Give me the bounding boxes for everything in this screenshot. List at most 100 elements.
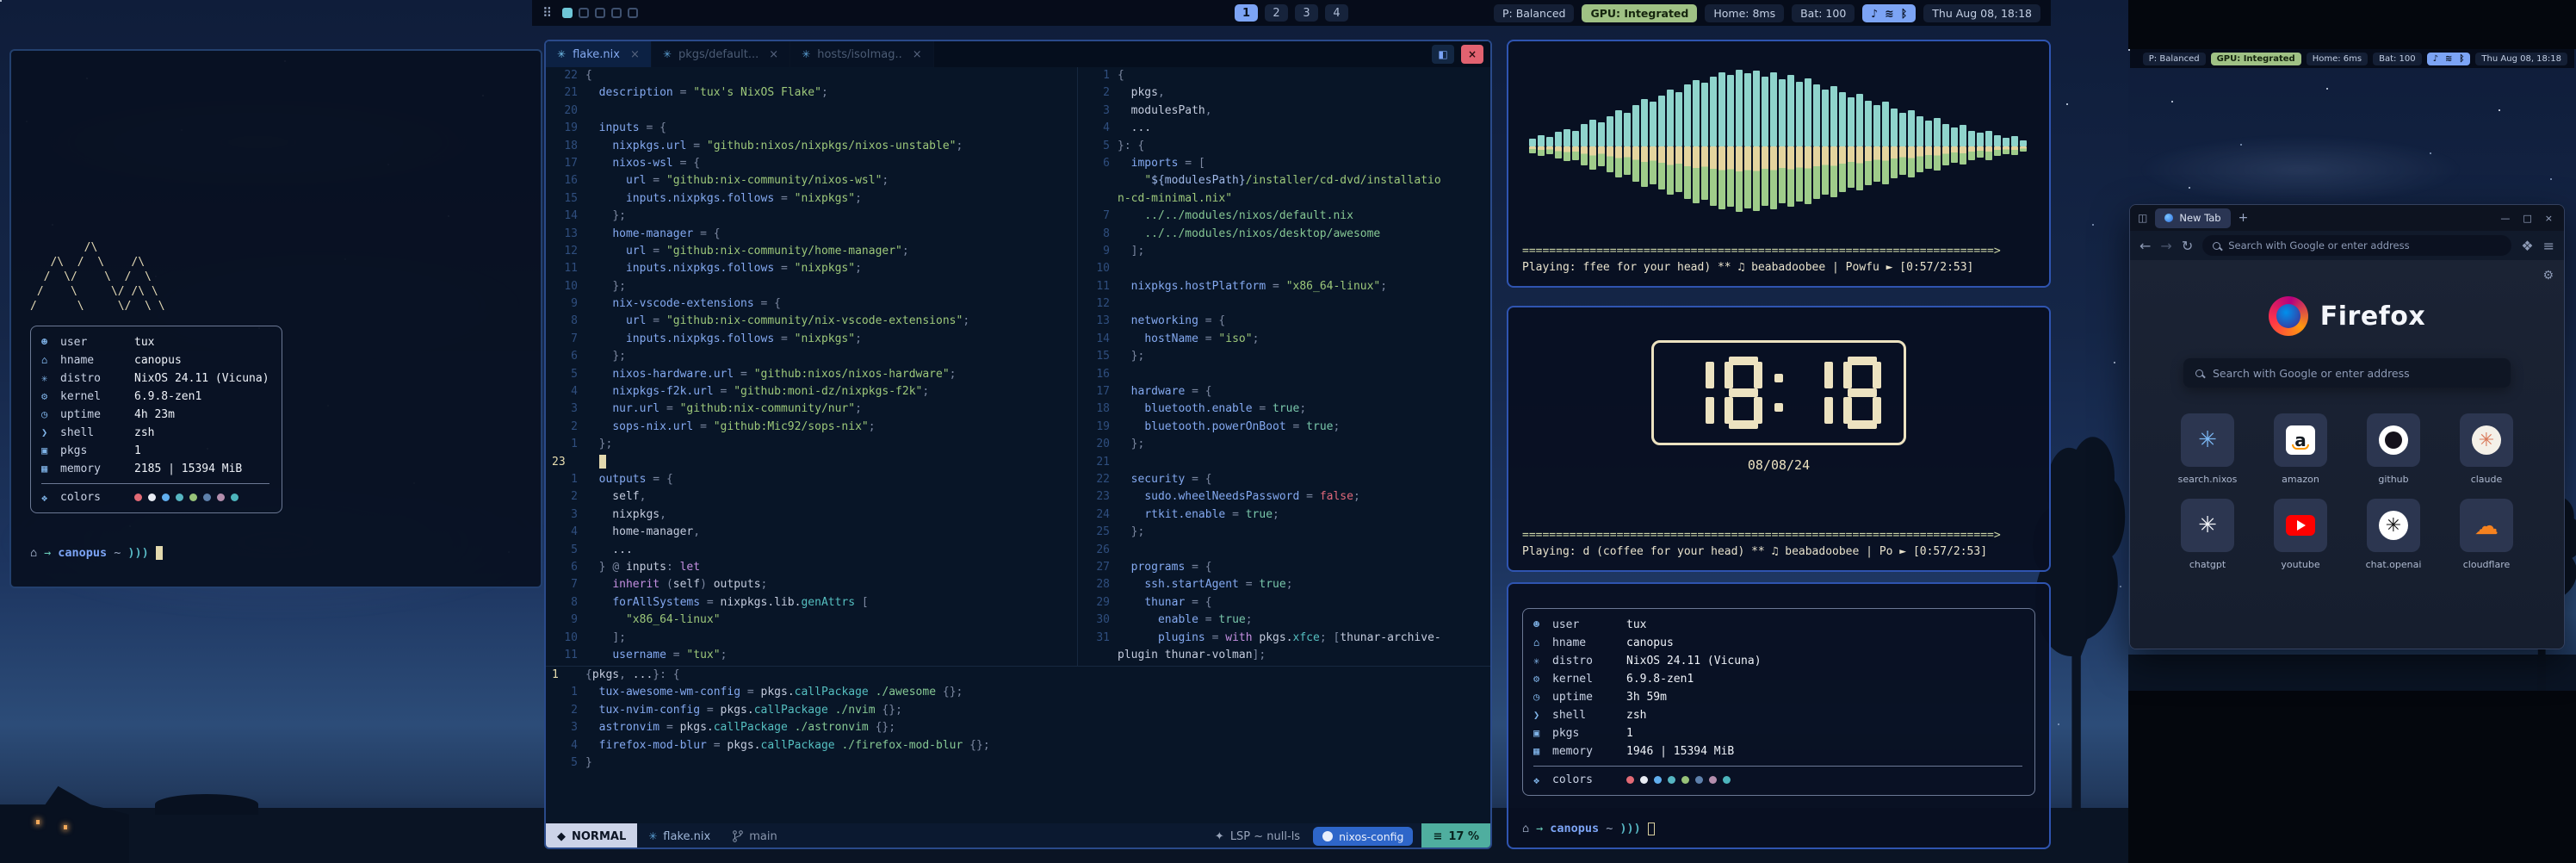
code-line[interactable]: 4 nixpkgs-f2k.url = "github:moni-dz/nixp…: [546, 383, 1077, 400]
clock-widget[interactable]: Thu Aug 08, 18:18: [2475, 53, 2567, 65]
code-line[interactable]: 30 enable = true;: [1078, 612, 1490, 629]
code-line[interactable]: 8 ../../modules/nixos/desktop/awesome: [1078, 226, 1490, 243]
code-line[interactable]: 20: [546, 102, 1077, 120]
personalize-gear-icon[interactable]: ⚙: [2542, 269, 2554, 282]
code-line[interactable]: 9 "x86_64-linux": [546, 612, 1077, 629]
code-line[interactable]: 10 };: [546, 278, 1077, 295]
reload-button[interactable]: ↻: [2182, 238, 2193, 254]
code-line[interactable]: 21: [1078, 454, 1490, 471]
code-line[interactable]: "${modulesPath}/installer/cd-dvd/install…: [1078, 172, 1490, 189]
code-line[interactable]: 2 self,: [546, 488, 1077, 506]
workspace-button-2[interactable]: 2: [1265, 4, 1288, 22]
code-line[interactable]: 22{: [546, 67, 1077, 84]
firefox-view-icon[interactable]: ◫: [2138, 212, 2147, 224]
code-line[interactable]: 2 sops-nix.url = "github:Mic92/sops-nix"…: [546, 419, 1077, 436]
status-pill-ping[interactable]: Home: 8ms: [1705, 4, 1784, 22]
shortcut-tile-cloudflare[interactable]: ☁cloudflare: [2449, 499, 2523, 570]
code-line[interactable]: 8 url = "github:nix-community/nix-vscode…: [546, 313, 1077, 330]
code-line[interactable]: 6 } @ inputs: let: [546, 559, 1077, 576]
shortcut-tile-chatgpt[interactable]: ✳chatgpt: [2170, 499, 2245, 570]
code-line[interactable]: 13 home-manager = {: [546, 226, 1077, 243]
tab-close-icon[interactable]: ×: [769, 48, 778, 61]
code-line[interactable]: 10 ];: [546, 630, 1077, 647]
status-pill-gpu-mode[interactable]: GPU: Integrated: [1582, 4, 1697, 22]
shortcut-tile-youtube[interactable]: youtube: [2263, 499, 2338, 570]
shell-prompt[interactable]: ⌂→canopus~))): [30, 546, 522, 560]
menu-button[interactable]: ≡: [2543, 238, 2554, 254]
code-line[interactable]: 4 home-manager,: [546, 524, 1077, 541]
code-line[interactable]: 9 ];: [1078, 243, 1490, 260]
code-line[interactable]: 16 url = "github:nix-community/nixos-wsl…: [546, 172, 1077, 189]
code-line[interactable]: 16: [1078, 366, 1490, 383]
status-pill-battery[interactable]: Bat: 100: [1792, 4, 1855, 22]
code-line[interactable]: 18 nixpkgs.url = "github:nixos/nixpkgs/n…: [546, 138, 1077, 155]
code-line[interactable]: 11 username = "tux";: [546, 647, 1077, 664]
code-line[interactable]: 22 security = {: [1078, 471, 1490, 488]
code-line[interactable]: 3 modulesPath,: [1078, 102, 1490, 120]
code-line[interactable]: plugin thunar-volman];: [1078, 647, 1490, 664]
new-tab-button[interactable]: +: [2239, 211, 2249, 225]
code-line[interactable]: 27 programs = {: [1078, 559, 1490, 576]
code-line[interactable]: 20 };: [1078, 436, 1490, 453]
code-line[interactable]: 6 imports = [: [1078, 155, 1490, 172]
clock-widget[interactable]: Thu Aug 08, 18:18: [1923, 4, 2040, 22]
code-line[interactable]: 23 sudo.wheelNeedsPassword = false;: [1078, 488, 1490, 506]
workspace-tag[interactable]: [611, 8, 622, 18]
wifi-icon[interactable]: ≋: [1885, 7, 1893, 20]
code-line[interactable]: 13 networking = {: [1078, 313, 1490, 330]
code-line[interactable]: 11 nixpkgs.hostPlatform = "x86_64-linux"…: [1078, 278, 1490, 295]
code-line[interactable]: 1 outputs = {: [546, 471, 1077, 488]
code-line[interactable]: 5}: [546, 754, 1490, 772]
maximize-button[interactable]: □: [2523, 213, 2531, 224]
newtab-search-input[interactable]: Search with Google or enter address: [2183, 358, 2511, 388]
code-line[interactable]: 7 ../../modules/nixos/default.nix: [1078, 208, 1490, 225]
url-bar[interactable]: Search with Google or enter address: [2202, 235, 2511, 256]
code-line[interactable]: 21 description = "tux's NixOS Flake";: [546, 84, 1077, 102]
volume-icon[interactable]: ♪: [2433, 54, 2438, 64]
code-line[interactable]: 6 };: [546, 348, 1077, 365]
editor-tab-hosts/isoImag..[interactable]: ✳hosts/isoImag..×: [790, 41, 934, 67]
code-line[interactable]: 4 firefox-mod-blur = pkgs.callPackage ./…: [546, 737, 1490, 754]
close-buffer-button[interactable]: ×: [1461, 45, 1483, 64]
code-line[interactable]: 15 };: [1078, 348, 1490, 365]
code-line[interactable]: 25 };: [1078, 524, 1490, 541]
code-line[interactable]: 2 pkgs,: [1078, 84, 1490, 102]
code-line[interactable]: 7 inputs.nixpkgs.follows = "nixpkgs";: [546, 331, 1077, 348]
code-line[interactable]: 1 };: [546, 436, 1077, 453]
code-line[interactable]: 2 tux-nvim-config = pkgs.callPackage ./n…: [546, 702, 1490, 719]
code-line[interactable]: 10: [1078, 260, 1490, 277]
workspace-button-1[interactable]: 1: [1235, 4, 1258, 22]
code-line[interactable]: 9 nix-vscode-extensions = {: [546, 295, 1077, 313]
code-line[interactable]: 23: [546, 454, 1077, 471]
menu-icon[interactable]: ⠿: [542, 7, 552, 20]
shortcut-tile-chat.openai[interactable]: ✳chat.openai: [2356, 499, 2430, 570]
status-pill-power-profile[interactable]: P: Balanced: [2143, 53, 2206, 65]
code-line[interactable]: 1 tux-awesome-wm-config = pkgs.callPacka…: [546, 684, 1490, 701]
browser-tab[interactable]: New Tab: [2155, 208, 2230, 228]
extensions-icon[interactable]: ❖: [2521, 238, 2533, 254]
terminal-window[interactable]: /\ /\ / \ /\ / \/ \ / \ / \ \/ /\ \ / \ …: [9, 49, 542, 588]
wifi-icon[interactable]: ≋: [2445, 54, 2452, 64]
status-pill-power-profile[interactable]: P: Balanced: [1494, 4, 1575, 22]
bluetooth-icon[interactable]: ᛒ: [2459, 54, 2464, 64]
code-line[interactable]: 5 nixos-hardware.url = "github:nixos/nix…: [546, 366, 1077, 383]
code-line[interactable]: 31 plugins = with pkgs.xfce; [thunar-arc…: [1078, 630, 1490, 647]
workspace-tag[interactable]: [579, 8, 589, 18]
code-line[interactable]: n-cd-minimal.nix": [1078, 190, 1490, 208]
workspace-button-3[interactable]: 3: [1295, 4, 1318, 22]
code-line[interactable]: 11 inputs.nixpkgs.follows = "nixpkgs";: [546, 260, 1077, 277]
back-button[interactable]: ←: [2139, 238, 2151, 254]
code-line[interactable]: 26: [1078, 542, 1490, 559]
code-line[interactable]: 5 ...: [546, 542, 1077, 559]
code-line[interactable]: 29 thunar = {: [1078, 594, 1490, 612]
code-line[interactable]: 7 inherit (self) outputs;: [546, 576, 1077, 593]
shortcut-tile-search.nixos[interactable]: ✳search.nixos: [2170, 413, 2245, 485]
code-line[interactable]: 4 ...: [1078, 120, 1490, 137]
status-pill-gpu-mode[interactable]: GPU: Integrated: [2211, 53, 2301, 65]
status-pill-battery[interactable]: Bat: 100: [2373, 53, 2422, 65]
shortcut-tile-claude[interactable]: ✳claude: [2449, 413, 2523, 485]
code-line[interactable]: 1{: [1078, 67, 1490, 84]
code-line[interactable]: 14 hostName = "iso";: [1078, 331, 1490, 348]
code-line[interactable]: 12: [1078, 295, 1490, 313]
code-line[interactable]: 15 inputs.nixpkgs.follows = "nixpkgs";: [546, 190, 1077, 208]
